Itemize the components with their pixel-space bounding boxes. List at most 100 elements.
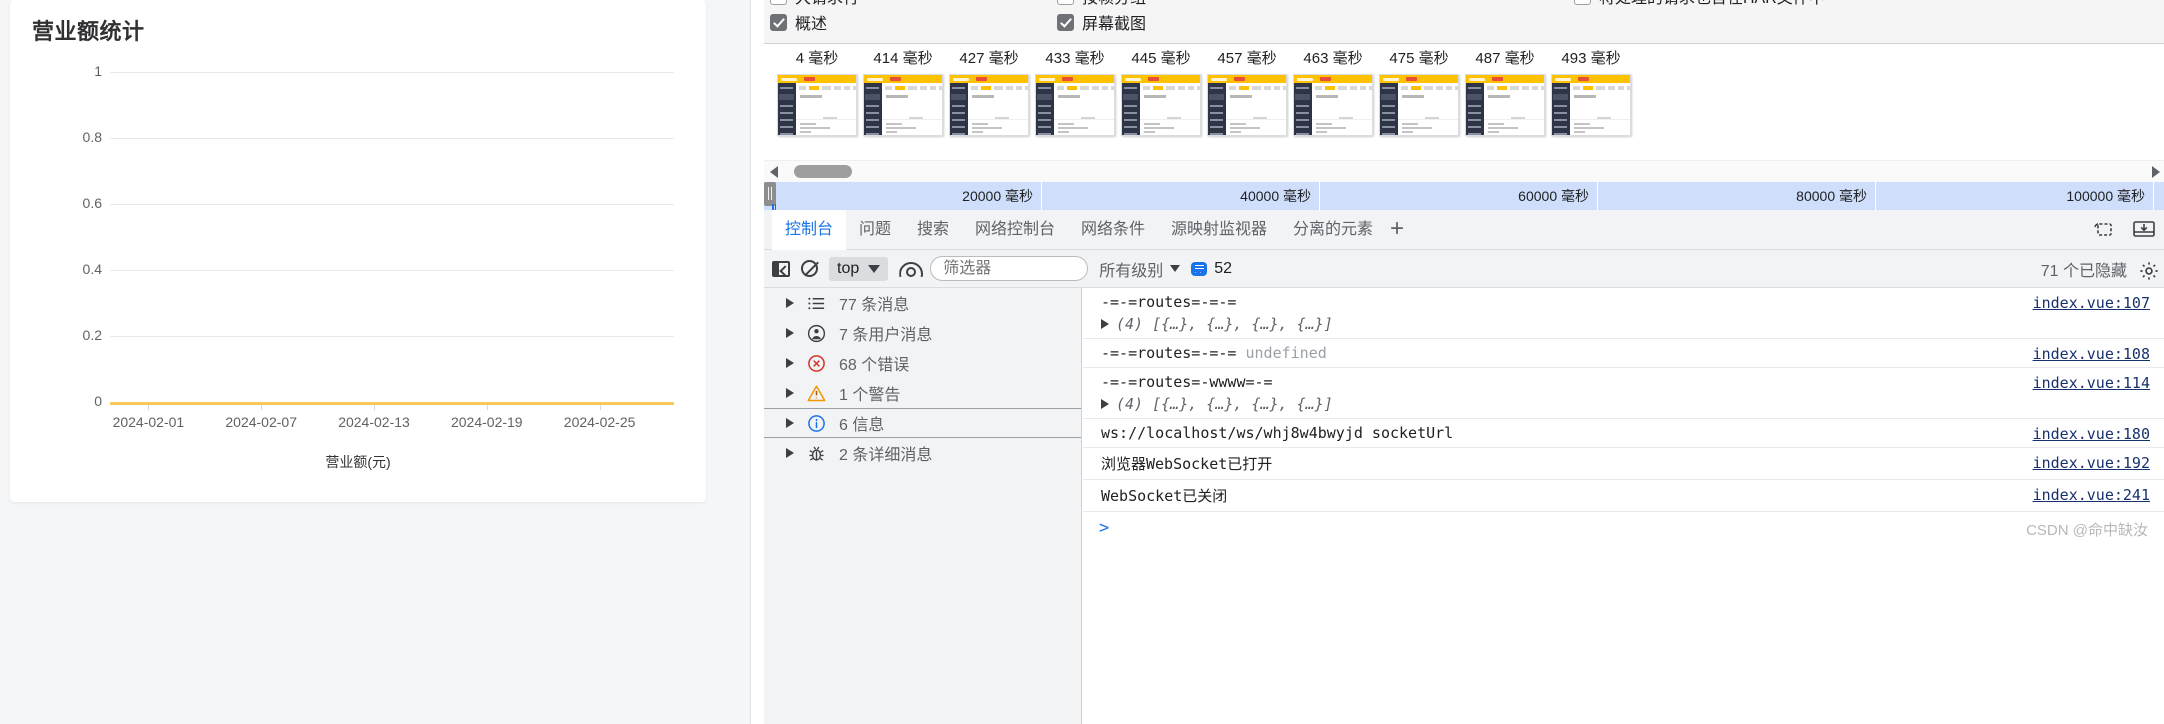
chart-x-tick-mark xyxy=(148,405,150,410)
console-sidebar-item[interactable]: 77 条消息 xyxy=(764,288,1081,318)
hidden-messages-count[interactable]: 71 个已隐藏 xyxy=(2041,257,2127,281)
dock-to-bottom-icon[interactable] xyxy=(2132,219,2156,242)
console-log-entry[interactable]: -=-=routes=-wwww=-= index.vue:114 (4) [{…}… xyxy=(1083,368,2164,419)
expand-triangle-icon[interactable] xyxy=(786,328,794,338)
checkbox-box[interactable] xyxy=(1057,13,1074,31)
filmstrip-frame[interactable]: 433 毫秒 xyxy=(1032,44,1118,136)
console-prompt[interactable]: > CSDN @命中缺汝 xyxy=(1083,512,2164,544)
checkbox-group-by-frame[interactable]: 按帧分组 xyxy=(1057,0,1146,8)
drawer-tab-网络控制台[interactable]: 网络控制台 xyxy=(962,210,1068,250)
console-log-entry[interactable]: -=-=routes=-=-= undefined index.vue:108 xyxy=(1083,339,2164,368)
filmstrip-thumbnail[interactable] xyxy=(1465,74,1545,136)
drawer-tab-网络条件[interactable]: 网络条件 xyxy=(1068,210,1158,250)
console-log-object-preview[interactable]: (4) [{…}, {…}, {…}, {…}] xyxy=(1116,315,1333,333)
scroll-right-arrow-icon[interactable] xyxy=(2152,166,2160,178)
checkbox-big-request-rows[interactable]: 大请求行 xyxy=(770,0,859,8)
checkbox-screenshots[interactable]: 屏幕截图 xyxy=(1057,10,1146,34)
thumb-content xyxy=(1484,83,1544,135)
drawer-tab-源映射监视器[interactable]: 源映射监视器 xyxy=(1158,210,1280,250)
expand-triangle-icon[interactable] xyxy=(786,298,794,308)
console-log-object-preview[interactable]: (4) [{…}, {…}, {…}, {…}] xyxy=(1116,395,1333,413)
console-sidebar-item[interactable]: 6 信息 xyxy=(764,408,1081,438)
console-log-source-link[interactable]: index.vue:241 xyxy=(2033,486,2150,504)
checkbox-box[interactable] xyxy=(770,13,787,31)
filmstrip-thumbnail[interactable] xyxy=(1121,74,1201,136)
drawer-tab-分离的元素[interactable]: 分离的元素 xyxy=(1280,210,1386,250)
filmstrip-thumbnail[interactable] xyxy=(1293,74,1373,136)
console-log-source-link[interactable]: index.vue:114 xyxy=(2033,374,2150,392)
console-sidebar-item[interactable]: 1 个警告 xyxy=(764,378,1081,408)
chart-legend[interactable]: 营业额(元) xyxy=(10,452,706,472)
thumb-content xyxy=(1570,83,1630,135)
console-sidebar-item[interactable]: 2 条详细消息 xyxy=(764,438,1081,468)
filmstrip-frame[interactable]: 4 毫秒 xyxy=(774,44,860,136)
filmstrip-frame[interactable]: 475 毫秒 xyxy=(1376,44,1462,136)
checkbox-include-har[interactable]: 将处理的请求也含在HAR文件中 xyxy=(1574,0,1825,8)
clear-console-icon[interactable] xyxy=(801,260,818,277)
console-log-source-link[interactable]: index.vue:180 xyxy=(2033,425,2150,443)
console-log-entry[interactable]: 浏览器WebSocket已打开 index.vue:192 xyxy=(1083,448,2164,480)
bug-icon xyxy=(807,444,826,463)
network-overview-ruler[interactable]: 20000 毫秒 40000 毫秒 60000 毫秒 80000 毫秒 100000 毫… xyxy=(764,182,2164,214)
expand-triangle-icon[interactable] xyxy=(1101,319,1109,329)
filmstrip-thumbnail[interactable] xyxy=(1379,74,1459,136)
filmstrip[interactable]: 4 毫秒 414 毫秒 427 毫秒 433 毫秒 445 毫秒 457 毫秒 463 毫秒… xyxy=(764,44,2164,160)
thumb-sidebar xyxy=(778,83,796,135)
console-log-entry[interactable]: ws://localhost/ws/whj8w4bwyjd socketUrl i… xyxy=(1083,419,2164,448)
filmstrip-thumbnail[interactable] xyxy=(777,74,857,136)
chevron-down-icon xyxy=(1170,265,1181,272)
filmstrip-thumbnail[interactable] xyxy=(1207,74,1287,136)
panel-divider[interactable] xyxy=(750,0,751,724)
filmstrip-frame-time: 487 毫秒 xyxy=(1475,50,1535,67)
console-log-entry[interactable]: WebSocket已关闭 index.vue:241 xyxy=(1083,480,2164,512)
expand-triangle-icon[interactable] xyxy=(786,448,794,458)
drawer-tab-问题[interactable]: 问题 xyxy=(846,210,904,250)
filmstrip-frame-time: 445 毫秒 xyxy=(1131,50,1191,67)
console-log-source-link[interactable]: index.vue:108 xyxy=(2033,345,2150,363)
filmstrip-thumbnail[interactable] xyxy=(1035,74,1115,136)
add-drawer-tab-button[interactable]: + xyxy=(1390,210,1404,250)
live-expression-icon[interactable] xyxy=(899,262,919,277)
filmstrip-thumbnail[interactable] xyxy=(1551,74,1631,136)
expand-triangle-icon[interactable] xyxy=(786,388,794,398)
console-sidebar-item-label: 7 条用户消息 xyxy=(839,327,933,344)
chevron-down-icon xyxy=(868,264,881,273)
console-log-entry[interactable]: -=-=routes=-=-= index.vue:107 (4) [{…}, {…… xyxy=(1083,288,2164,339)
filmstrip-thumbnail[interactable] xyxy=(949,74,1029,136)
drawer-tab-搜索[interactable]: 搜索 xyxy=(904,210,962,250)
thumb-content xyxy=(796,83,856,135)
filmstrip-frame[interactable]: 414 毫秒 xyxy=(860,44,946,136)
console-log-source-link[interactable]: index.vue:192 xyxy=(2033,454,2150,472)
gear-icon[interactable] xyxy=(2138,260,2158,280)
checkbox-box[interactable] xyxy=(1057,0,1074,5)
console-filter-input[interactable] xyxy=(930,256,1089,281)
checkbox-overview[interactable]: 概述 xyxy=(770,10,827,34)
user-message-count[interactable]: 52 xyxy=(1191,260,1232,278)
console-sidebar-item[interactable]: 68 个错误 xyxy=(764,348,1081,378)
filmstrip-frame[interactable]: 493 毫秒 xyxy=(1548,44,1634,136)
filmstrip-frame[interactable]: 463 毫秒 xyxy=(1290,44,1376,136)
expand-triangle-icon[interactable] xyxy=(786,418,794,428)
filmstrip-frame[interactable]: 487 毫秒 xyxy=(1462,44,1548,136)
console-log-source-link[interactable]: index.vue:107 xyxy=(2033,294,2150,312)
filmstrip-frame[interactable]: 427 毫秒 xyxy=(946,44,1032,136)
filmstrip-frame[interactable]: 457 毫秒 xyxy=(1204,44,1290,136)
checkbox-box[interactable] xyxy=(770,0,787,5)
expand-triangle-icon[interactable] xyxy=(1101,399,1109,409)
console-sidebar-toggle-icon[interactable] xyxy=(772,260,790,277)
execution-context-select[interactable]: top xyxy=(829,256,889,281)
filmstrip-scrollbar[interactable] xyxy=(764,160,2164,182)
chart-x-tick-label: 2024-02-07 xyxy=(225,414,297,430)
filmstrip-frame-time: 463 毫秒 xyxy=(1303,50,1363,67)
scrollbar-thumb[interactable] xyxy=(794,165,852,178)
list-icon xyxy=(807,294,826,313)
scroll-left-arrow-icon[interactable] xyxy=(770,166,778,178)
filmstrip-thumbnail[interactable] xyxy=(863,74,943,136)
log-level-select[interactable]: 所有级别 xyxy=(1099,257,1181,281)
expand-triangle-icon[interactable] xyxy=(786,358,794,368)
drawer-tab-控制台[interactable]: 控制台 xyxy=(772,210,847,250)
checkbox-box[interactable] xyxy=(1574,0,1591,5)
filmstrip-frame[interactable]: 445 毫秒 xyxy=(1118,44,1204,136)
console-sidebar-item[interactable]: 7 条用户消息 xyxy=(764,318,1081,348)
restore-drawer-icon[interactable] xyxy=(2090,219,2114,242)
